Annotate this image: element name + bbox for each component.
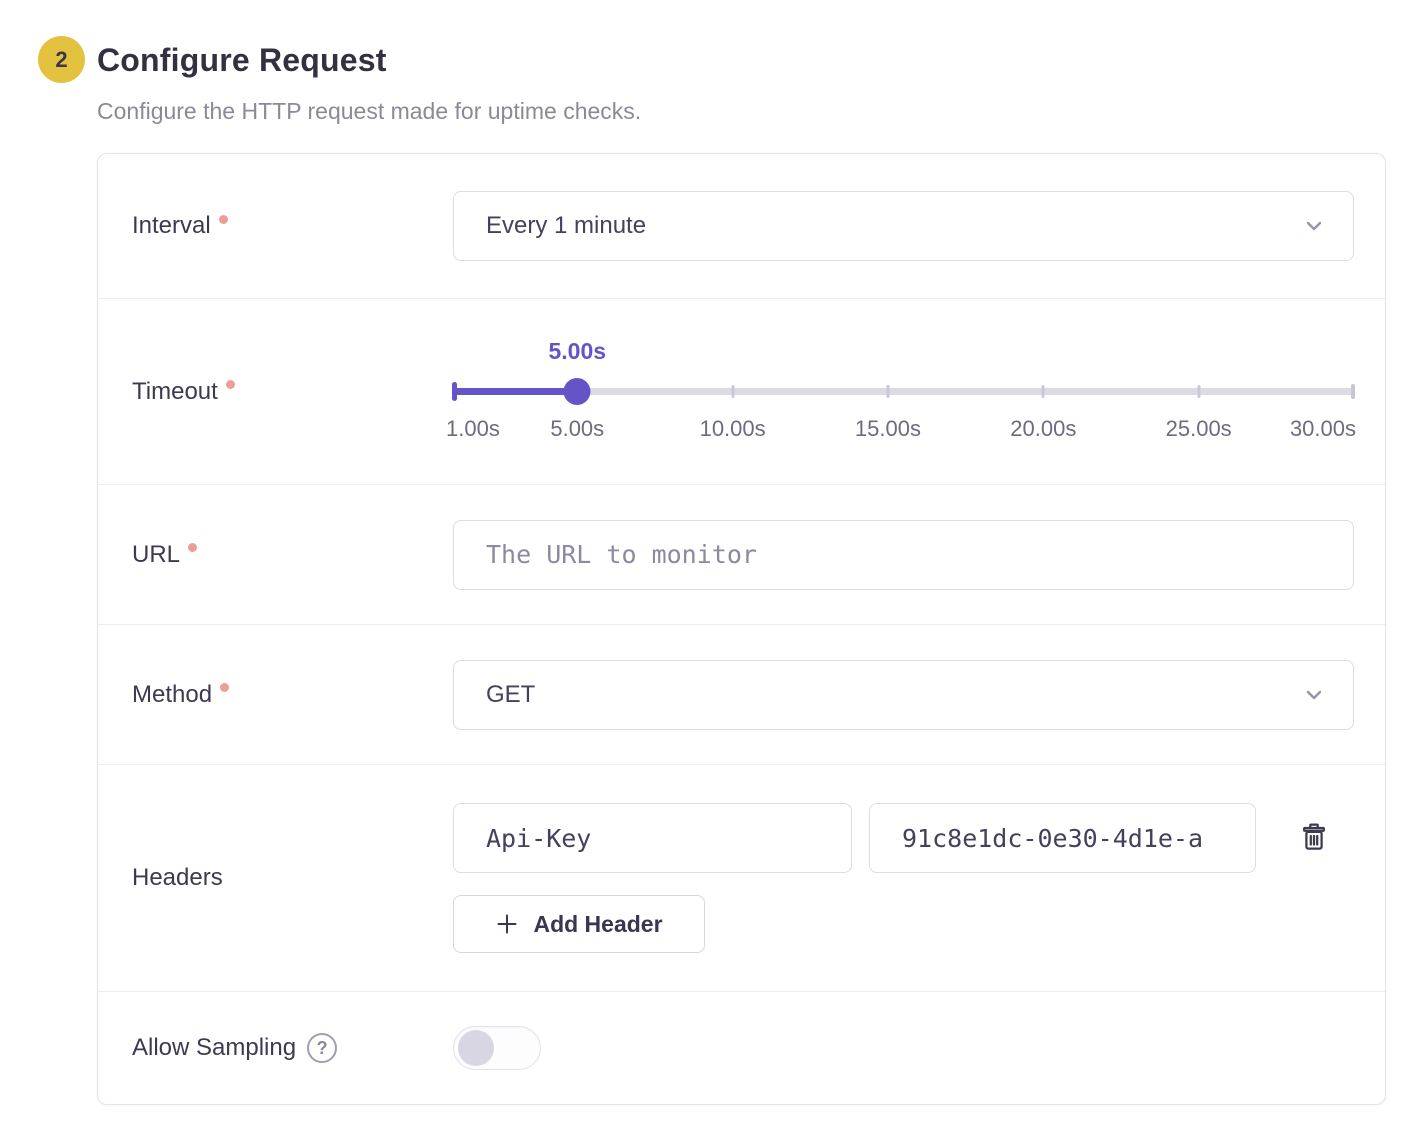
slider-tick-label: 20.00s bbox=[1010, 416, 1076, 442]
step-number: 2 bbox=[55, 47, 67, 73]
slider-value-label: 5.00s bbox=[548, 338, 606, 365]
required-dot bbox=[220, 683, 229, 692]
allow-sampling-label: Allow Sampling bbox=[132, 1034, 296, 1062]
required-dot bbox=[226, 380, 235, 389]
allow-sampling-toggle[interactable] bbox=[453, 1026, 541, 1070]
interval-label: Interval bbox=[132, 212, 211, 240]
header-name-input[interactable] bbox=[453, 803, 852, 873]
required-dot bbox=[188, 543, 197, 552]
chevron-down-icon bbox=[1301, 213, 1327, 239]
method-row: Method GET bbox=[98, 624, 1385, 764]
slider-track-area[interactable] bbox=[453, 378, 1354, 406]
trash-icon bbox=[1298, 821, 1330, 855]
method-label: Method bbox=[132, 681, 212, 709]
add-header-button[interactable]: Add Header bbox=[453, 895, 705, 953]
slider-tick-label: 5.00s bbox=[550, 416, 604, 442]
slider-tick-label: 15.00s bbox=[855, 416, 921, 442]
step-number-badge: 2 bbox=[38, 36, 85, 83]
slider-end-cap bbox=[1351, 384, 1355, 399]
configure-request-page: 2 Configure Request Configure the HTTP r… bbox=[0, 0, 1425, 1141]
slider-tick-labels: 1.00s5.00s10.00s15.00s20.00s25.00s30.00s bbox=[453, 416, 1354, 444]
header-value-input[interactable] bbox=[869, 803, 1256, 873]
slider-tick-label: 10.00s bbox=[700, 416, 766, 442]
slider-tick bbox=[731, 385, 734, 398]
interval-row: Interval Every 1 minute bbox=[98, 154, 1385, 298]
slider-tick bbox=[886, 385, 889, 398]
add-header-label: Add Header bbox=[533, 911, 662, 938]
timeout-label: Timeout bbox=[132, 378, 218, 406]
page-title: Configure Request bbox=[97, 42, 387, 79]
slider-tick-label: 25.00s bbox=[1166, 416, 1232, 442]
slider-fill bbox=[453, 388, 577, 395]
method-select[interactable]: GET bbox=[453, 660, 1354, 730]
header-key-value-row bbox=[453, 803, 1354, 873]
interval-selected-value: Every 1 minute bbox=[486, 212, 646, 240]
page-subtitle: Configure the HTTP request made for upti… bbox=[97, 98, 641, 125]
method-selected-value: GET bbox=[486, 681, 535, 709]
slider-tick bbox=[1042, 385, 1045, 398]
allow-sampling-row: Allow Sampling ? bbox=[98, 991, 1385, 1104]
slider-tick-label: 1.00s bbox=[446, 416, 500, 442]
headers-label: Headers bbox=[132, 864, 223, 892]
url-row: URL bbox=[98, 484, 1385, 624]
url-input[interactable] bbox=[453, 520, 1354, 590]
timeout-slider: 5.00s 1.00s5.00s10.00s15.00s20.00s25.00s… bbox=[453, 338, 1354, 446]
interval-select[interactable]: Every 1 minute bbox=[453, 191, 1354, 261]
delete-header-button[interactable] bbox=[1296, 819, 1332, 857]
url-label: URL bbox=[132, 541, 180, 569]
slider-tick bbox=[1197, 385, 1200, 398]
required-dot bbox=[219, 215, 228, 224]
toggle-knob bbox=[458, 1030, 494, 1066]
plus-icon bbox=[495, 912, 519, 936]
chevron-down-icon bbox=[1301, 682, 1327, 708]
configure-request-card: Interval Every 1 minute Timeout bbox=[97, 153, 1386, 1105]
timeout-row: Timeout 5.00s 1.00s 5.00s 10.00s 15.00s 20.0… bbox=[98, 298, 1385, 484]
slider-handle[interactable] bbox=[564, 378, 591, 405]
headers-row: Headers bbox=[98, 764, 1385, 991]
slider-tick-label: 30.00s bbox=[1290, 416, 1356, 442]
help-icon[interactable]: ? bbox=[307, 1033, 337, 1063]
slider-start-cap bbox=[452, 382, 457, 401]
